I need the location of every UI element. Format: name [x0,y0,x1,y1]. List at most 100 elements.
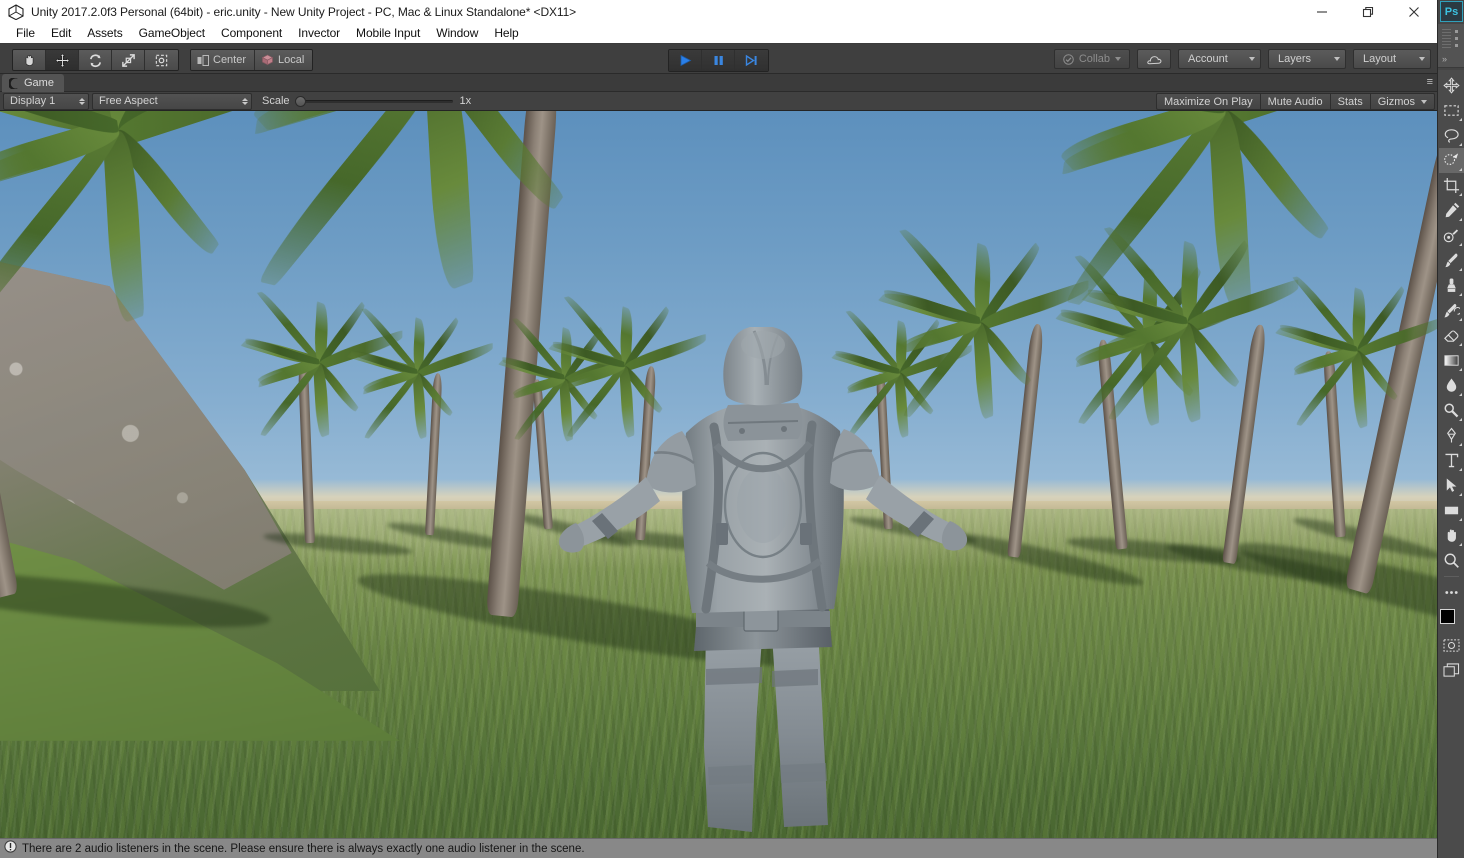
menu-edit[interactable]: Edit [43,24,79,42]
eraser-icon[interactable] [1439,323,1464,348]
edit-toolbar-icon[interactable] [1439,580,1464,605]
transform-tools-group [12,49,179,71]
photoshop-badge[interactable]: Ps [1440,1,1463,22]
crop-icon[interactable] [1439,173,1464,198]
tool-group-indicator [1459,143,1462,146]
stats-toggle[interactable]: Stats [1329,93,1370,110]
menu-invector[interactable]: Invector [290,24,348,42]
chevron-down-icon[interactable] [1421,99,1427,104]
menu-bar: File Edit Assets GameObject Component In… [0,23,1437,43]
path-selection-icon[interactable] [1439,473,1464,498]
pivot-center-button[interactable]: Center [191,50,256,70]
menu-help[interactable]: Help [486,24,526,42]
cloud-services-button[interactable] [1137,49,1171,69]
tab-game[interactable]: Game [2,74,64,92]
type-icon[interactable] [1439,448,1464,473]
gizmos-label: Gizmos [1377,95,1415,108]
tool-group-indicator [1459,468,1462,471]
scale-slider[interactable] [294,94,453,108]
game-view-render[interactable] [0,111,1437,838]
panel-options-icon[interactable]: ≡ [1427,77,1433,88]
color-swatches [1439,607,1464,633]
hand-tool[interactable] [13,50,46,70]
menu-assets[interactable]: Assets [79,24,130,42]
maximize-on-play-toggle[interactable]: Maximize On Play [1155,93,1260,110]
display-label: Display 1 [10,95,56,107]
tool-group-indicator [1459,168,1462,171]
brush-icon[interactable] [1439,248,1464,273]
quick-mask-icon[interactable] [1439,633,1464,658]
menu-window[interactable]: Window [428,24,486,42]
tab-game-label: Game [24,77,54,89]
aspect-dropdown[interactable]: Free Aspect [92,92,252,110]
game-view-toggles: Maximize On Play Mute Audio Stats Gizmos [1155,93,1435,110]
move-tool[interactable] [46,50,79,70]
tool-group-indicator [1459,443,1462,446]
palm-trunk [0,134,20,600]
pivot-rotation-button[interactable]: Local [255,50,313,70]
rotate-tool[interactable] [79,50,112,70]
pause-button[interactable] [702,50,735,71]
eyedropper-icon[interactable] [1439,198,1464,223]
chevron-down-icon [1419,57,1425,61]
zoom-icon[interactable] [1439,548,1464,573]
stepper-icon [242,97,248,105]
lasso-icon[interactable] [1439,123,1464,148]
display-dropdown[interactable]: Display 1 [3,92,89,110]
gradient-icon[interactable] [1439,348,1464,373]
account-dropdown[interactable]: Account [1178,49,1261,69]
step-button[interactable] [735,50,768,71]
dodge-icon[interactable] [1439,398,1464,423]
tool-group-indicator [1459,268,1462,271]
menu-file[interactable]: File [8,24,43,42]
tool-group-indicator [1459,243,1462,246]
play-button[interactable] [669,50,702,71]
collab-button[interactable]: Collab [1053,49,1130,69]
menu-component[interactable]: Component [213,24,290,42]
menu-gameobject[interactable]: GameObject [131,24,213,42]
slider-track [294,100,453,103]
blur-icon[interactable] [1439,373,1464,398]
screen-mode-icon[interactable] [1439,658,1464,683]
player-character [556,325,976,838]
tool-group-indicator [1459,193,1462,196]
chevron-double-right-icon[interactable]: » [1442,54,1447,64]
menu-mobile-input[interactable]: Mobile Input [348,24,428,42]
layout-label: Layout [1363,53,1397,65]
gizmos-toggle[interactable]: Gizmos [1369,93,1435,110]
close-icon[interactable] [1391,0,1437,23]
rectangular-marquee-icon[interactable] [1439,98,1464,123]
restore-icon[interactable] [1345,0,1391,23]
playback-controls [668,49,769,72]
palm-mid-6 [877,228,1090,558]
hand-icon[interactable] [1439,523,1464,548]
quick-selection-icon[interactable] [1439,148,1464,173]
minimize-icon[interactable] [1299,0,1345,23]
tool-group-indicator [1459,293,1462,296]
foreground-color-swatch[interactable] [1440,609,1455,624]
scale-value: 1x [459,95,472,107]
layout-dropdown[interactable]: Layout [1353,49,1431,69]
rect-tool[interactable] [145,50,178,70]
spot-healing-brush-icon[interactable] [1439,223,1464,248]
chevron-down-icon [1334,57,1340,61]
warning-icon [4,839,17,858]
history-brush-icon[interactable] [1439,298,1464,323]
window-title: Unity 2017.2.0f3 Personal (64bit) - eric… [31,4,577,19]
panel-dots-icon [1455,30,1458,48]
tool-group-indicator [1459,518,1462,521]
move-tool-icon[interactable] [1439,73,1464,98]
rectangle-shape-icon[interactable] [1439,498,1464,523]
panel-tab-row: Game ≡ [0,74,1437,92]
tool-group-indicator [1459,343,1462,346]
status-bar[interactable]: There are 2 audio listeners in the scene… [0,838,1437,858]
mute-audio-toggle[interactable]: Mute Audio [1259,93,1330,110]
slider-handle[interactable] [294,96,306,107]
layers-label: Layers [1278,53,1312,65]
panel-grip-icon[interactable] [1442,29,1451,49]
pivot-toggle-group: Center Local [190,49,314,71]
pen-icon[interactable] [1439,423,1464,448]
clone-stamp-icon[interactable] [1439,273,1464,298]
scale-tool[interactable] [112,50,145,70]
layers-dropdown[interactable]: Layers [1268,49,1346,69]
